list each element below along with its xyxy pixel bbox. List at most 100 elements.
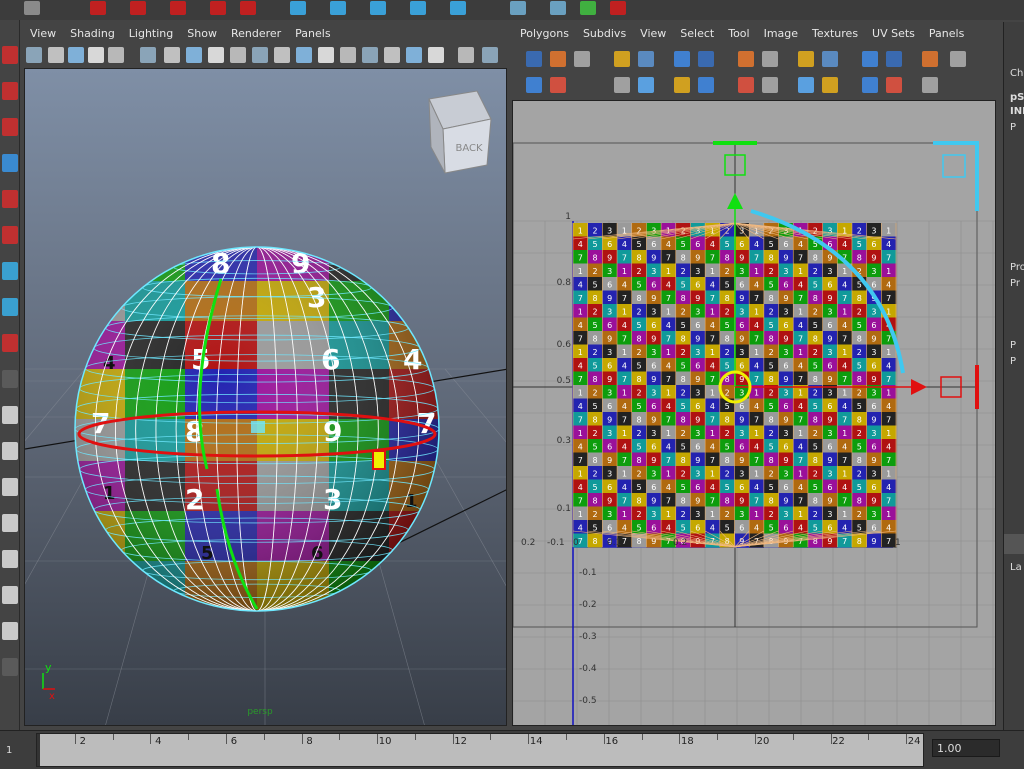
shelf-tool-icon[interactable] — [410, 1, 426, 15]
persp-view-icon[interactable] — [482, 47, 498, 63]
uniform-scale-handle[interactable] — [942, 154, 966, 178]
uv-tool-icon[interactable] — [886, 77, 902, 93]
toolbox-tool-icon[interactable] — [2, 622, 18, 640]
uv-menu-subdivs[interactable]: Subdivs — [576, 27, 633, 40]
uv-tool-icon[interactable] — [922, 77, 938, 93]
toolbox-tool-icon[interactable] — [2, 154, 18, 172]
persp-view-icon[interactable] — [406, 47, 422, 63]
toolbox-tool-icon[interactable] — [2, 550, 18, 568]
toolbox-tool-icon[interactable] — [2, 118, 18, 136]
persp-view-icon[interactable] — [186, 47, 202, 63]
persp-menu-show[interactable]: Show — [180, 27, 224, 40]
uv-tool-icon[interactable] — [950, 51, 966, 67]
shelf-tool-icon[interactable] — [290, 1, 306, 15]
persp-view-icon[interactable] — [164, 47, 180, 63]
uv-tool-icon[interactable] — [674, 51, 690, 67]
uv-menu-select[interactable]: Select — [673, 27, 721, 40]
uv-tool-icon[interactable] — [574, 51, 590, 67]
uv-tool-icon[interactable] — [614, 51, 630, 67]
uv-tool-icon[interactable] — [798, 51, 814, 67]
uv-tool-icon[interactable] — [822, 51, 838, 67]
uv-tool-icon[interactable] — [698, 51, 714, 67]
uv-tool-icon[interactable] — [674, 77, 690, 93]
persp-view-icon[interactable] — [384, 47, 400, 63]
display-tab[interactable] — [1004, 534, 1024, 554]
shelf-tool-icon[interactable] — [330, 1, 346, 15]
move-v-arrow[interactable] — [727, 193, 743, 209]
uv-tool-icon[interactable] — [886, 51, 902, 67]
uv-tool-icon[interactable] — [798, 77, 814, 93]
persp-view-icon[interactable] — [230, 47, 246, 63]
uv-menu-textures[interactable]: Textures — [805, 27, 865, 40]
uv-tool-icon[interactable] — [526, 51, 542, 67]
view-cube[interactable]: BACK — [428, 90, 492, 174]
toolbox-tool-icon[interactable] — [2, 586, 18, 604]
uv-tool-icon[interactable] — [526, 77, 542, 93]
toolbox-tool-icon[interactable] — [2, 190, 18, 208]
uv-tool-icon[interactable] — [922, 51, 938, 67]
uv-tool-icon[interactable] — [762, 51, 778, 67]
uv-tool-icon[interactable] — [550, 77, 566, 93]
toolbox-tool-icon[interactable] — [2, 262, 18, 280]
pivot-handle[interactable] — [251, 421, 265, 433]
persp-view-icon[interactable] — [208, 47, 224, 63]
persp-menu-renderer[interactable]: Renderer — [224, 27, 288, 40]
toolbox-tool-icon[interactable] — [2, 406, 18, 424]
persp-view-icon[interactable] — [68, 47, 84, 63]
manipulator-handle[interactable] — [372, 450, 386, 470]
shelf-tool-icon[interactable] — [370, 1, 386, 15]
persp-view-icon[interactable] — [296, 47, 312, 63]
uv-tool-icon[interactable] — [638, 51, 654, 67]
persp-menu-lighting[interactable]: Lighting — [122, 27, 180, 40]
uv-menu-uv-sets[interactable]: UV Sets — [865, 27, 922, 40]
shelf-tool-icon[interactable] — [240, 1, 256, 15]
uv-tool-icon[interactable] — [822, 77, 838, 93]
toolbox-tool-icon[interactable] — [2, 226, 18, 244]
persp-view-icon[interactable] — [318, 47, 334, 63]
time-slider-track[interactable]: 2 4 6 8 10 12 14 16 18 20 22 24 — [36, 733, 924, 767]
uv-tool-icon[interactable] — [862, 51, 878, 67]
current-time-field[interactable]: 1.00 — [932, 739, 1000, 757]
shelf-tool-icon[interactable] — [450, 1, 466, 15]
persp-menu-panels[interactable]: Panels — [288, 27, 337, 40]
uv-tool-icon[interactable] — [862, 77, 878, 93]
shelf-tool-icon[interactable] — [24, 1, 40, 15]
uv-tool-icon[interactable] — [550, 51, 566, 67]
toolbox-tool-icon[interactable] — [2, 46, 18, 64]
toolbox-tool-icon[interactable] — [2, 298, 18, 316]
uv-tool-icon[interactable] — [638, 77, 654, 93]
shelf-tool-icon[interactable] — [610, 1, 626, 15]
toolbox-tool-icon[interactable] — [2, 442, 18, 460]
persp-view-icon[interactable] — [48, 47, 64, 63]
uv-tool-icon[interactable] — [738, 51, 754, 67]
shelf-tool-icon[interactable] — [170, 1, 186, 15]
persp-menu-view[interactable]: View — [20, 27, 63, 40]
uv-menu-view[interactable]: View — [633, 27, 673, 40]
toolbox-tool-icon[interactable] — [2, 478, 18, 496]
persp-view-icon[interactable] — [340, 47, 356, 63]
shelf-tool-icon[interactable] — [510, 1, 526, 15]
persp-view-icon[interactable] — [458, 47, 474, 63]
shelf-tool-icon[interactable] — [550, 1, 566, 15]
uv-tool-icon[interactable] — [614, 77, 630, 93]
persp-view-icon[interactable] — [274, 47, 290, 63]
current-frame-marker[interactable] — [37, 734, 40, 766]
toolbox-tool-icon[interactable] — [2, 82, 18, 100]
persp-view-icon[interactable] — [362, 47, 378, 63]
persp-menu-shading[interactable]: Shading — [63, 27, 122, 40]
shelf-tool-icon[interactable] — [90, 1, 106, 15]
persp-view-icon[interactable] — [26, 47, 42, 63]
move-u-arrow[interactable] — [911, 379, 927, 395]
toolbox-tool-icon[interactable] — [2, 334, 18, 352]
toolbox-tool-icon[interactable] — [2, 658, 18, 676]
uv-menu-tool[interactable]: Tool — [721, 27, 756, 40]
uv-menu-panels[interactable]: Panels — [922, 27, 971, 40]
uv-viewport[interactable]: 1231231231231231231231456456456456456456… — [512, 100, 996, 726]
persp-view-icon[interactable] — [108, 47, 124, 63]
uv-menu-image[interactable]: Image — [757, 27, 805, 40]
toolbox-tool-icon[interactable] — [2, 370, 18, 388]
uv-menu-polygons[interactable]: Polygons — [510, 27, 576, 40]
persp-view-icon[interactable] — [140, 47, 156, 63]
uv-tool-icon[interactable] — [762, 77, 778, 93]
persp-view-icon[interactable] — [88, 47, 104, 63]
